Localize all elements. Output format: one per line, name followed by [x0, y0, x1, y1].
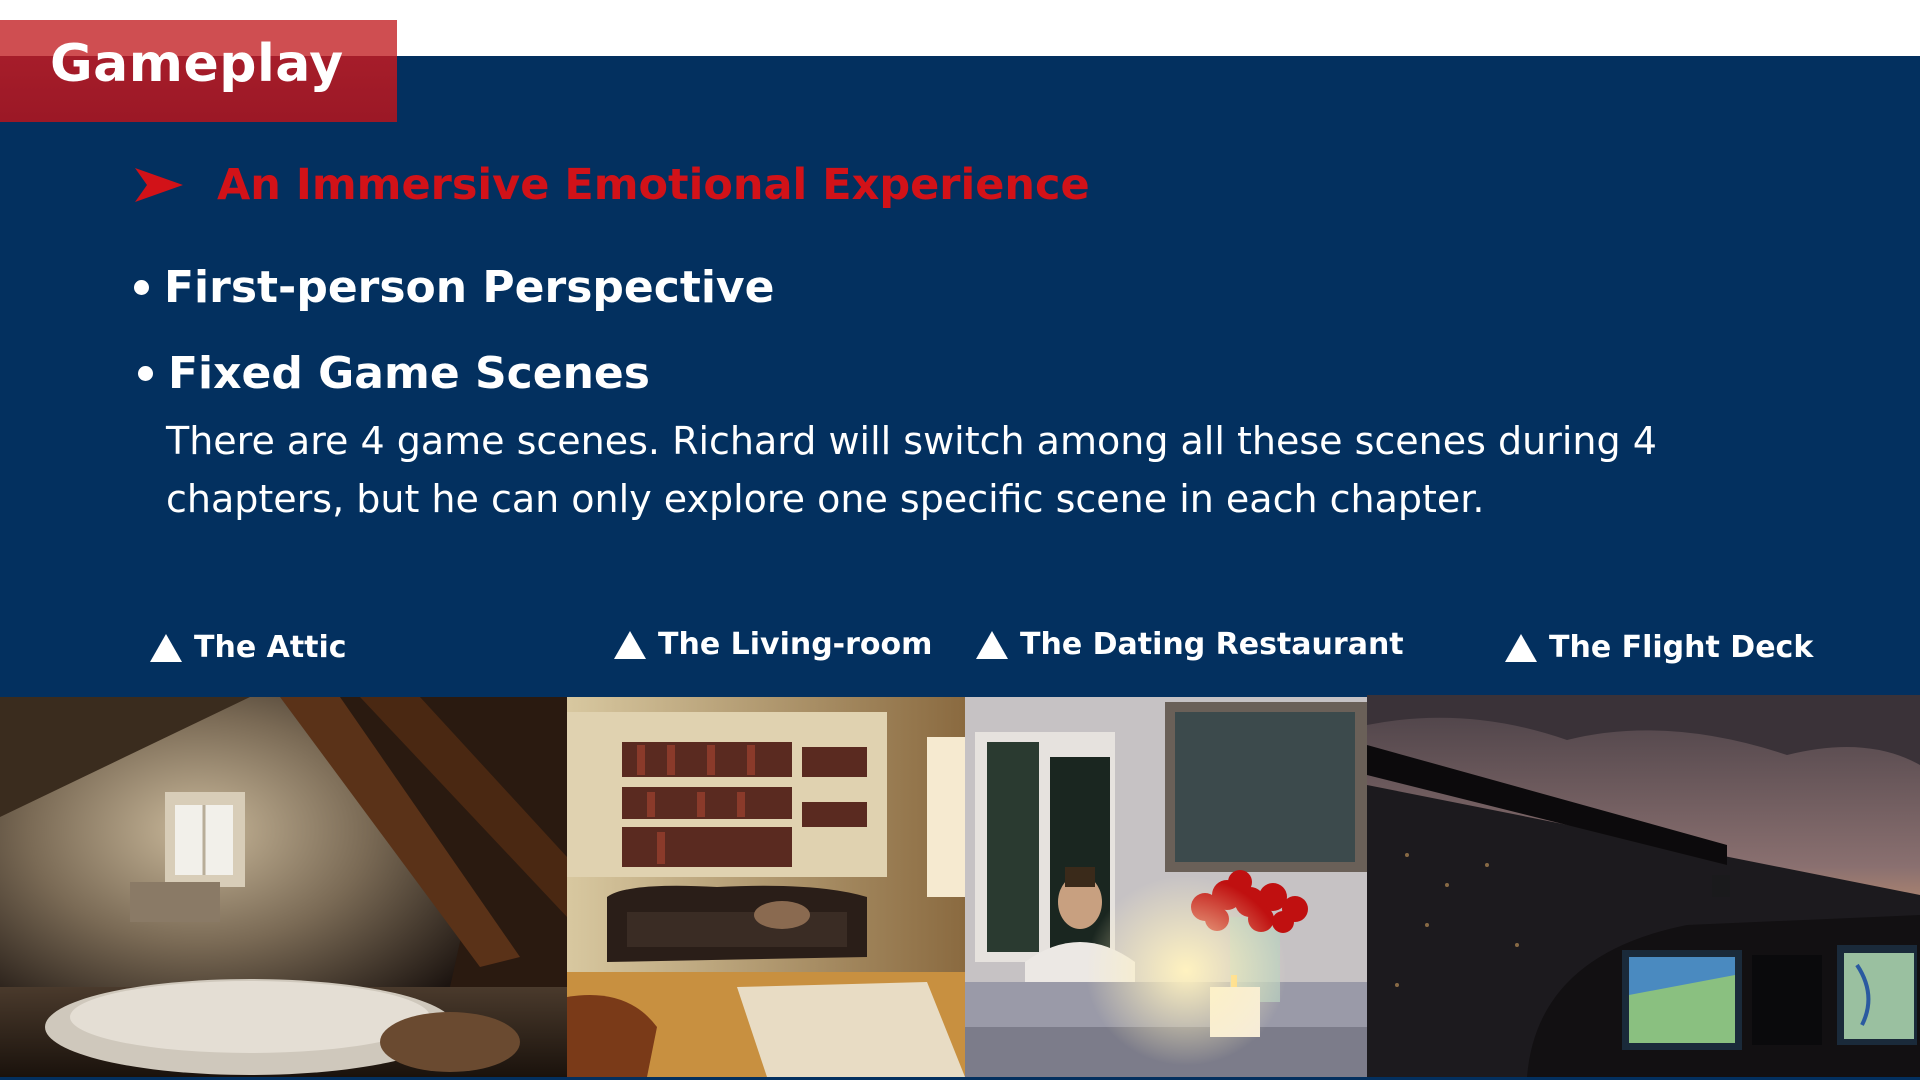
scene-caption-flight-deck: The Flight Deck: [1505, 630, 1813, 665]
bullet-label: Fixed Game Scenes: [168, 348, 650, 399]
scene-caption-attic: The Attic: [150, 630, 347, 665]
arrow-right-icon: [135, 168, 183, 202]
living-room-scene-image: [567, 697, 965, 1077]
scene-caption-label: The Living-room: [658, 627, 933, 662]
scene-caption-restaurant: The Dating Restaurant: [976, 627, 1404, 662]
flight-deck-scene-image: [1367, 695, 1920, 1077]
triangle-up-icon: [976, 630, 1008, 659]
slide-title: Gameplay: [50, 34, 344, 94]
scene-description: There are 4 game scenes. Richard will sw…: [166, 419, 1657, 521]
scene-caption-label: The Attic: [194, 630, 347, 665]
attic-scene-image: [0, 697, 567, 1077]
triangle-up-icon: [614, 630, 646, 659]
bullet-dot-icon: [138, 366, 153, 381]
bullet-dot-icon: [134, 280, 149, 295]
triangle-up-icon: [150, 633, 182, 662]
bullet-item: First-person Perspective: [134, 262, 774, 313]
restaurant-scene-image: [965, 697, 1367, 1077]
bullet-label: First-person Perspective: [164, 262, 775, 313]
bullet-item: Fixed Game Scenes: [138, 348, 650, 399]
scene-caption-living-room: The Living-room: [614, 627, 932, 662]
scene-caption-label: The Dating Restaurant: [1020, 627, 1404, 662]
scene-caption-label: The Flight Deck: [1549, 630, 1814, 665]
subheading: An Immersive Emotional Experience: [135, 155, 1090, 215]
subheading-text: An Immersive Emotional Experience: [217, 160, 1090, 210]
triangle-up-icon: [1505, 633, 1537, 662]
